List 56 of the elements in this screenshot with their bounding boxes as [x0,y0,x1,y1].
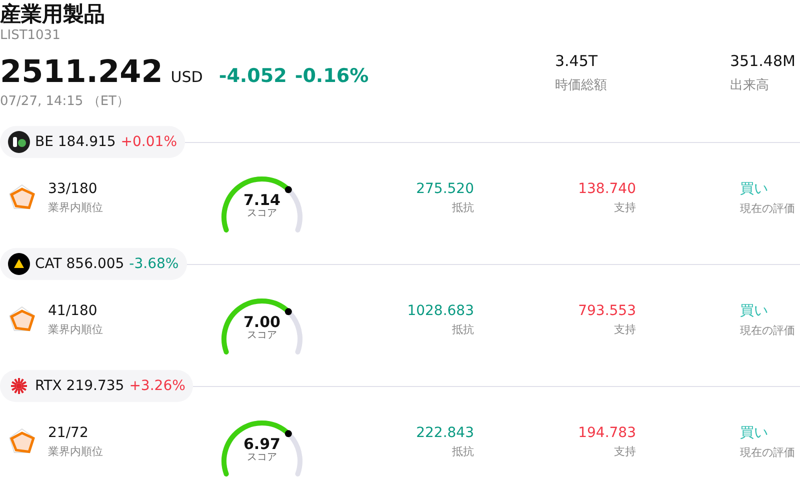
resistance-label: 抵抗 [452,200,474,215]
rank-value: 33/180 [48,181,98,197]
score-label: スコア [246,453,278,463]
ticker-change: +0.01% [120,134,178,150]
list-code: LIST1031 [0,28,60,44]
timestamp: 07/27, 14:15 （ET） [0,93,130,110]
support-label: 支持 [614,444,636,459]
price: 2511.242 [0,54,163,90]
percent-change: -0.16% [294,65,369,87]
ticker-price: RTX 219.735 [35,378,124,394]
score-value: 6.97 [242,435,282,453]
stat-value: 3.45T [555,52,598,70]
gauge-marker [284,430,292,438]
ticker-change: +3.26% [129,378,186,394]
score-value: 7.00 [242,313,282,331]
resistance-label: 抵抗 [452,444,474,459]
score-label: スコア [246,331,278,341]
currency: USD [170,68,203,86]
gauge-marker [284,186,292,194]
stat-label: 時価総額 [555,77,607,94]
rating-label: 現在の評価 [740,201,795,216]
logo-icon [8,375,30,397]
support-value: 194.783 [578,425,636,441]
resistance-value: 1028.683 [407,303,474,319]
rank-value: 21/72 [48,425,88,441]
resistance-label: 抵抗 [452,322,474,337]
stat-label: 出来高 [730,77,769,94]
ticker-chip[interactable]: BE 184.915 +0.01% [0,126,186,158]
support-label: 支持 [614,322,636,337]
rank-label: 業界内順位 [48,200,103,215]
ticker-change: -3.68% [129,256,179,272]
ticker-chip[interactable]: RTX 219.735 +3.26% [0,370,194,402]
support-value: 793.553 [578,303,636,319]
ticker-price: BE 184.915 [35,134,116,150]
gauge-marker [284,308,292,316]
support-value: 138.740 [578,181,636,197]
resistance-value: 222.843 [416,425,474,441]
resistance-value: 275.520 [416,181,474,197]
score-value: 7.14 [242,191,282,209]
rank-label: 業界内順位 [48,322,103,337]
stat-value: 351.48M [730,52,796,70]
rating-label: 現在の評価 [740,323,795,338]
score-label: スコア [246,209,278,219]
rank-value: 41/180 [48,303,98,319]
support-label: 支持 [614,200,636,215]
rating-label: 現在の評価 [740,445,795,460]
rating-value: 買い [740,424,768,442]
price-change: -4.052 [218,65,287,87]
logo-icon [8,253,30,275]
ticker-chip[interactable]: CAT 856.005 -3.68% [0,248,187,280]
ticker-price: CAT 856.005 [35,256,124,272]
logo-icon [8,131,30,153]
rating-value: 買い [740,302,768,320]
rank-label: 業界内順位 [48,444,103,459]
rating-value: 買い [740,180,768,198]
page-title: 産業用製品 [0,1,105,28]
